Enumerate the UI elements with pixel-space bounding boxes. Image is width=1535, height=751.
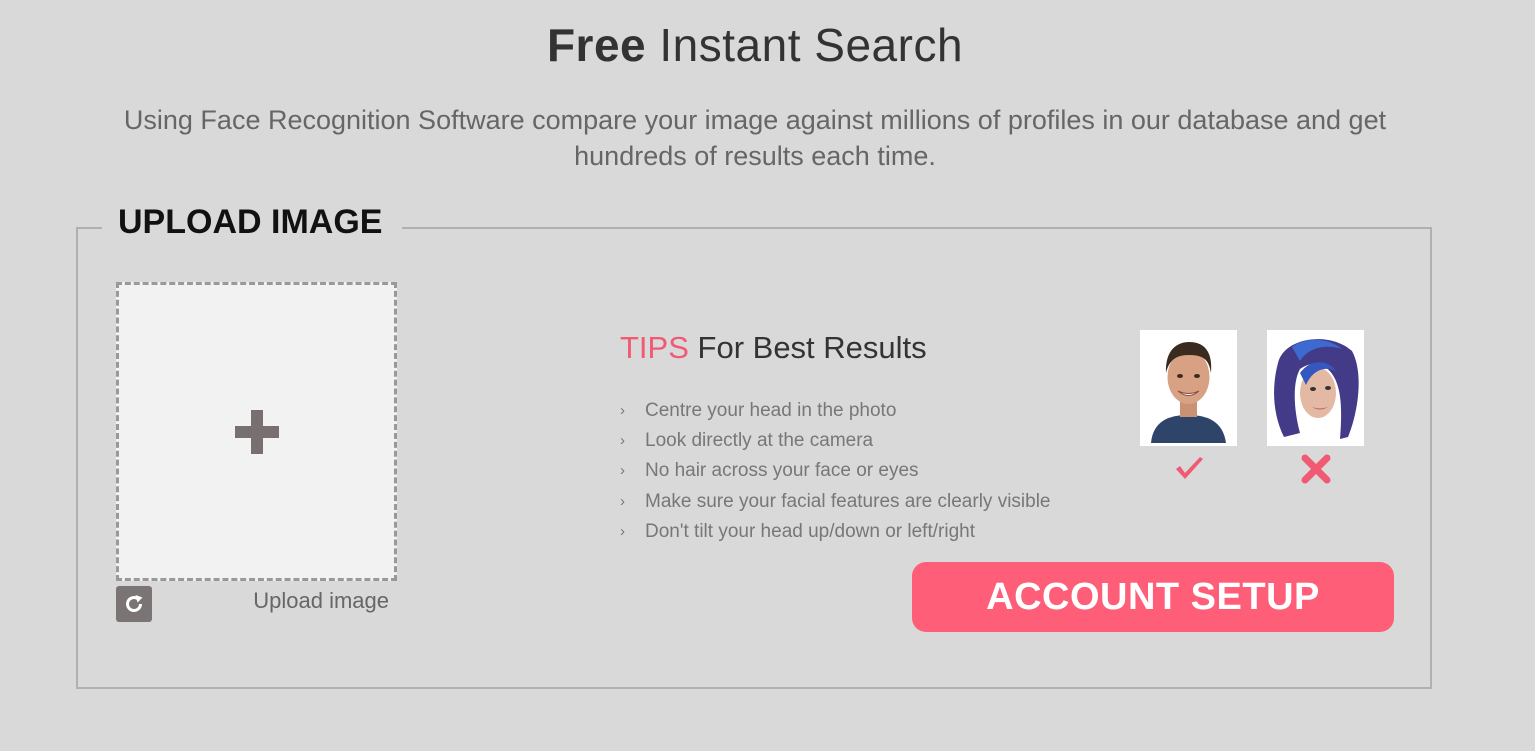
- good-example-photo: [1140, 330, 1237, 446]
- tips-heading: TIPS For Best Results: [620, 330, 927, 366]
- upload-image-label: Upload image: [253, 588, 389, 613]
- chevron-right-icon: ›: [620, 492, 625, 510]
- tip-item: › No hair across your face or eyes: [620, 456, 1051, 486]
- cross-icon: [1301, 454, 1331, 484]
- tip-item: › Centre your head in the photo: [620, 396, 1051, 426]
- page-title-bold: Free: [546, 19, 647, 71]
- tip-item: › Look directly at the camera: [620, 426, 1051, 456]
- chevron-right-icon: ›: [620, 432, 625, 450]
- tip-item: › Make sure your facial features are clea…: [620, 487, 1051, 517]
- plus-icon: [234, 409, 279, 454]
- tip-text: Don't tilt your head up/down or left/rig…: [645, 520, 975, 542]
- account-setup-button[interactable]: ACCOUNT SETUP: [912, 562, 1394, 632]
- page-subtitle: Using Face Recognition Software compare …: [123, 105, 1387, 171]
- tip-text: Look directly at the camera: [645, 430, 874, 452]
- bad-example-photo: [1267, 330, 1364, 446]
- tip-item: › Don't tilt your head up/down or left/ri…: [620, 517, 1051, 547]
- chevron-right-icon: ›: [620, 462, 625, 480]
- tips-heading-rest: For Best Results: [697, 330, 927, 365]
- page-title: Free Instant Search: [0, 18, 1510, 72]
- tip-text: Centre your head in the photo: [645, 400, 897, 421]
- rotate-button[interactable]: [116, 586, 152, 622]
- tips-heading-accent: TIPS: [620, 330, 689, 365]
- image-dropzone[interactable]: [116, 282, 397, 581]
- chevron-right-icon: ›: [620, 522, 625, 540]
- upload-panel-title: UPLOAD IMAGE: [102, 200, 403, 244]
- tip-text: No hair across your face or eyes: [645, 460, 919, 482]
- rotate-icon: [126, 595, 143, 612]
- tips-list: › Centre your head in the photo › Look dir…: [620, 396, 1051, 547]
- tip-text: Make sure your facial features are clear…: [645, 490, 1051, 512]
- page-title-rest: Instant Search: [659, 19, 964, 71]
- chevron-right-icon: ›: [620, 402, 625, 419]
- check-icon: [1176, 457, 1203, 479]
